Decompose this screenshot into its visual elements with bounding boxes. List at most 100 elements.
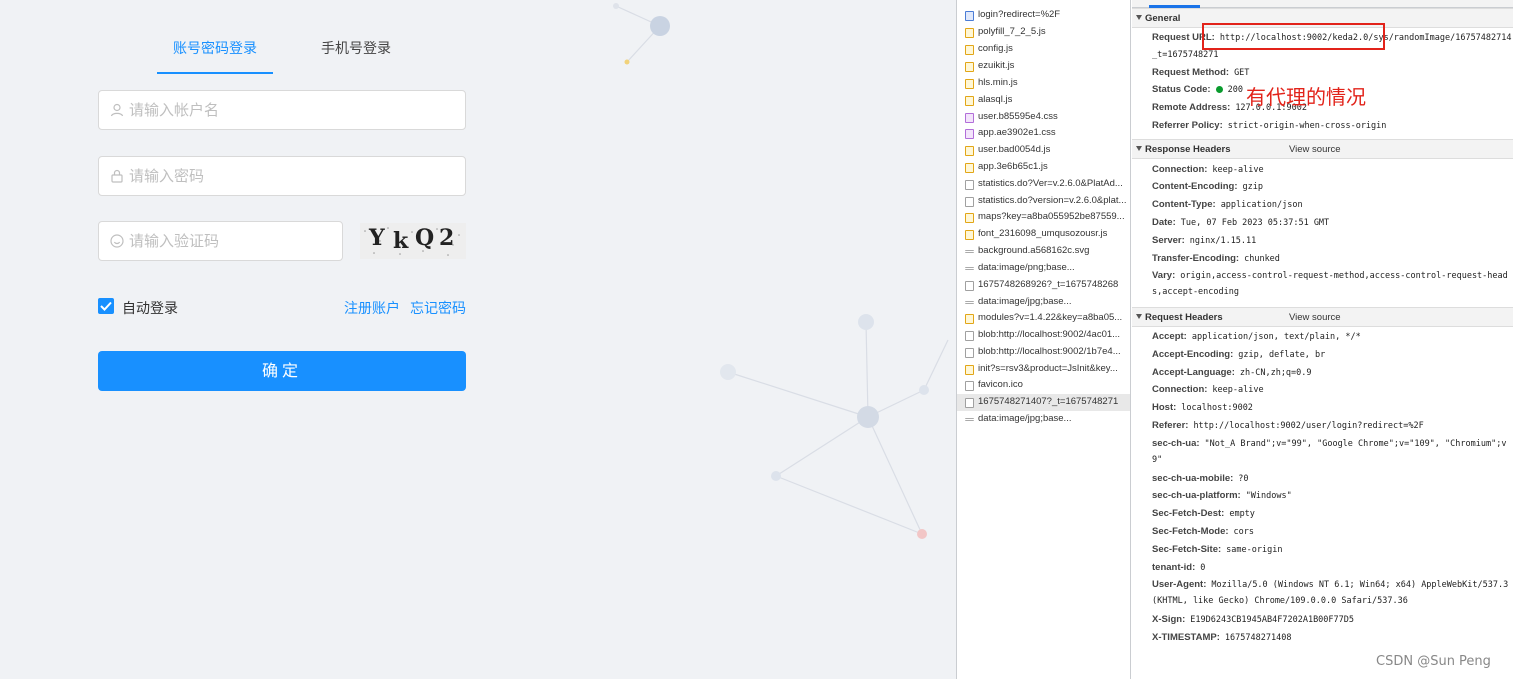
request-row[interactable]: 1675748268926?_t=1675748268 — [957, 277, 1130, 294]
request-row[interactable]: maps?key=a8ba055952be87559... — [957, 209, 1130, 226]
smile-icon — [110, 234, 124, 248]
script-file-icon — [965, 230, 974, 240]
request-row[interactable]: alasql.js — [957, 92, 1130, 109]
auto-login-checkbox[interactable] — [98, 298, 114, 314]
request-name: data:image/jpg;base... — [978, 413, 1072, 424]
header-row: X-Sign: E19D6243CB1945AB4F7202A1B00F77D5 — [1152, 614, 1354, 625]
login-submit-button[interactable]: 确定 — [98, 351, 466, 391]
section-response-headers[interactable]: Response Headers View source — [1132, 139, 1513, 159]
request-row[interactable]: hls.min.js — [957, 75, 1130, 92]
request-row[interactable]: statistics.do?version=v.2.6.0&plat... — [957, 193, 1130, 210]
request-row[interactable]: data:image/jpg;base... — [957, 411, 1130, 428]
script-file-icon — [965, 62, 974, 72]
header-value: "Not_A Brand";v="99", "Google Chrome";v=… — [1204, 439, 1507, 449]
captcha-image[interactable]: Y k Q 2 — [360, 223, 466, 259]
header-value: E19D6243CB1945AB4F7202A1B00F77D5 — [1190, 615, 1355, 625]
request-name: app.3e6b65c1.js — [978, 161, 1048, 172]
header-key: Accept: — [1152, 331, 1187, 342]
tab-account-password-login[interactable]: 账号密码登录 — [173, 38, 257, 58]
img-file-icon — [965, 250, 974, 253]
script-file-icon — [965, 146, 974, 156]
header-value: ?0 — [1238, 474, 1249, 484]
captcha-input[interactable] — [129, 222, 336, 260]
request-name: user.bad0054d.js — [978, 144, 1051, 155]
request-name: background.a568162c.svg — [978, 245, 1090, 256]
request-row[interactable]: app.3e6b65c1.js — [957, 159, 1130, 176]
request-row[interactable]: login?redirect=%2F — [957, 7, 1130, 24]
header-value: 1675748271408 — [1224, 633, 1292, 643]
request-name: data:image/jpg;base... — [978, 296, 1072, 307]
request-row[interactable]: ezuikit.js — [957, 58, 1130, 75]
script-file-icon — [965, 365, 974, 375]
lock-icon — [111, 169, 123, 183]
request-row[interactable]: blob:http://localhost:9002/1b7e4... — [957, 344, 1130, 361]
section-request-headers[interactable]: Request Headers View source — [1132, 307, 1513, 327]
header-value: keep-alive — [1212, 165, 1264, 175]
header-key: Host: — [1152, 402, 1177, 413]
request-row[interactable]: background.a568162c.svg — [957, 243, 1130, 260]
img-file-icon — [965, 418, 974, 421]
request-name: polyfill_7_2_5.js — [978, 26, 1046, 37]
other-file-icon — [965, 381, 974, 391]
header-row-status: Status Code: 200 — [1152, 84, 1243, 95]
request-row[interactable]: data:image/jpg;base... — [957, 294, 1130, 311]
register-link[interactable]: 注册账户 — [344, 298, 400, 318]
headers-tab-strip — [1132, 0, 1513, 8]
request-row[interactable]: config.js — [957, 41, 1130, 58]
request-row[interactable]: user.bad0054d.js — [957, 142, 1130, 159]
request-name: init?s=rsv3&product=JsInit&key... — [978, 363, 1118, 374]
header-row: Connection: keep-alive — [1152, 384, 1264, 395]
request-row[interactable]: data:image/png;base... — [957, 260, 1130, 277]
header-value: empty — [1229, 509, 1255, 519]
header-value: application/json, text/plain, */* — [1191, 332, 1361, 342]
header-value: "Windows" — [1245, 491, 1292, 501]
header-value: localhost:9002 — [1181, 403, 1253, 413]
header-key: Vary: — [1152, 270, 1176, 281]
request-row[interactable]: modules?v=1.4.22&key=a8ba05... — [957, 310, 1130, 327]
request-row[interactable]: 1675748271407?_t=1675748271 — [957, 394, 1130, 411]
header-key: Connection: — [1152, 384, 1208, 395]
captcha-char: Y — [369, 225, 385, 251]
script-file-icon — [965, 213, 974, 223]
header-key: Connection: — [1152, 164, 1208, 175]
active-tab-indicator — [157, 72, 273, 74]
header-row: Date: Tue, 07 Feb 2023 05:37:51 GMT — [1152, 217, 1329, 228]
header-value: http://localhost:9002/user/login?redirec… — [1193, 421, 1424, 431]
header-value: application/json — [1220, 200, 1303, 210]
request-row[interactable]: statistics.do?Ver=v.2.6.0&PlatAd... — [957, 176, 1130, 193]
captcha-char: k — [393, 228, 409, 254]
annotation-text: 有代理的情况 — [1246, 85, 1366, 109]
request-row[interactable]: favicon.ico — [957, 377, 1130, 394]
request-row[interactable]: app.ae3902e1.css — [957, 125, 1130, 142]
captcha-field — [98, 221, 343, 261]
header-value: 200 — [1227, 85, 1243, 95]
username-input[interactable] — [129, 91, 459, 129]
script-file-icon — [965, 28, 974, 38]
request-row[interactable]: font_2316098_umqusozousr.js — [957, 226, 1130, 243]
other-file-icon — [965, 180, 974, 190]
view-source-link[interactable]: View source — [1289, 144, 1341, 155]
request-name: font_2316098_umqusozousr.js — [978, 228, 1108, 239]
header-key: Remote Address: — [1152, 102, 1231, 113]
header-row: sec-ch-ua: "Not_A Brand";v="99", "Google … — [1152, 438, 1506, 449]
view-source-link[interactable]: View source — [1289, 312, 1341, 323]
section-title: Response Headers — [1145, 144, 1231, 155]
forgot-password-link[interactable]: 忘记密码 — [410, 298, 466, 318]
style-file-icon — [965, 129, 974, 139]
header-value: same-origin — [1226, 545, 1283, 555]
tab-phone-login[interactable]: 手机号登录 — [321, 38, 391, 58]
request-row[interactable]: polyfill_7_2_5.js — [957, 24, 1130, 41]
request-name: config.js — [978, 43, 1013, 54]
header-key: Content-Type: — [1152, 199, 1216, 210]
request-row[interactable]: blob:http://localhost:9002/4ac01... — [957, 327, 1130, 344]
header-value: gzip, deflate, br — [1238, 350, 1326, 360]
user-icon — [110, 103, 124, 117]
request-name: app.ae3902e1.css — [978, 127, 1056, 138]
request-row[interactable]: user.b85595e4.css — [957, 109, 1130, 126]
request-name: blob:http://localhost:9002/4ac01... — [978, 329, 1121, 340]
request-name: statistics.do?Ver=v.2.6.0&PlatAd... — [978, 178, 1123, 189]
header-key: sec-ch-ua-platform: — [1152, 490, 1241, 501]
request-name: 1675748271407?_t=1675748271 — [978, 396, 1119, 407]
password-input[interactable] — [129, 157, 459, 195]
request-row[interactable]: init?s=rsv3&product=JsInit&key... — [957, 361, 1130, 378]
